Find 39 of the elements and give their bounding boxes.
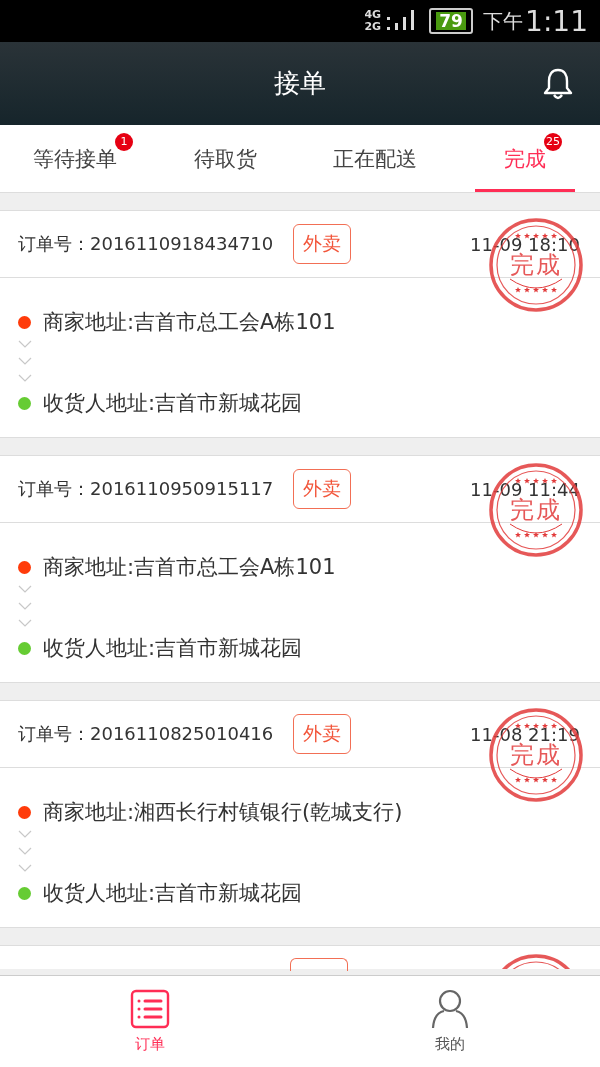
address-text: 商家地址:吉首市总工会A栋101 (43, 309, 336, 336)
chevron-down-icon (18, 619, 32, 628)
address-text: 收货人地址:吉首市新城花园 (43, 880, 303, 907)
count-badge: 1 (115, 132, 133, 151)
count-badge: 25 (544, 132, 562, 151)
chevron-down-icon (18, 585, 32, 594)
order-tag: 外卖 (293, 469, 352, 509)
notification-icon[interactable] (542, 67, 574, 101)
tab[interactable]: 等待接单 1 (0, 125, 150, 192)
tab[interactable]: 完成 25 (450, 125, 600, 192)
tab[interactable]: 待取货 (150, 125, 300, 192)
clock: 1:11 (525, 4, 588, 38)
battery-icon: 79 (429, 8, 474, 34)
order-number: 订单号：2016110950915117 (18, 477, 274, 501)
chevron-down-icon (18, 847, 32, 856)
chevron-down-icon (18, 864, 32, 873)
tab[interactable]: 正在配送 (300, 125, 450, 192)
list-icon (130, 989, 170, 1029)
chevron-down-icon (18, 340, 32, 349)
nav-item[interactable]: 订单 (0, 976, 300, 1067)
order-number: 订单号：2016110825010416 (18, 722, 274, 746)
chevron-down-icon (18, 830, 32, 839)
address-text: 商家地址:吉首市总工会A栋101 (43, 554, 336, 581)
order-tag: 外卖 (293, 224, 352, 264)
chevron-down-icon (18, 357, 32, 366)
chevron-down-icon (18, 374, 32, 383)
page-title: 接单 (274, 67, 326, 100)
address-text: 商家地址:湘西长行村镇银行(乾城支行) (43, 799, 403, 826)
address-text: 收货人地址:吉首市新城花园 (43, 635, 303, 662)
chevron-down-icon (18, 602, 32, 611)
nav-item[interactable]: 我的 (300, 976, 600, 1067)
order-tag: 外卖 (293, 714, 352, 754)
address-text: 收货人地址:吉首市新城花园 (43, 390, 303, 417)
person-icon (430, 989, 470, 1029)
tag-outline (290, 958, 348, 971)
order-number: 订单号：2016110918434710 (18, 232, 274, 256)
clock-period: 下午 (483, 7, 524, 35)
network-label: 4G (364, 9, 382, 21)
network-label: 2G (364, 21, 382, 33)
